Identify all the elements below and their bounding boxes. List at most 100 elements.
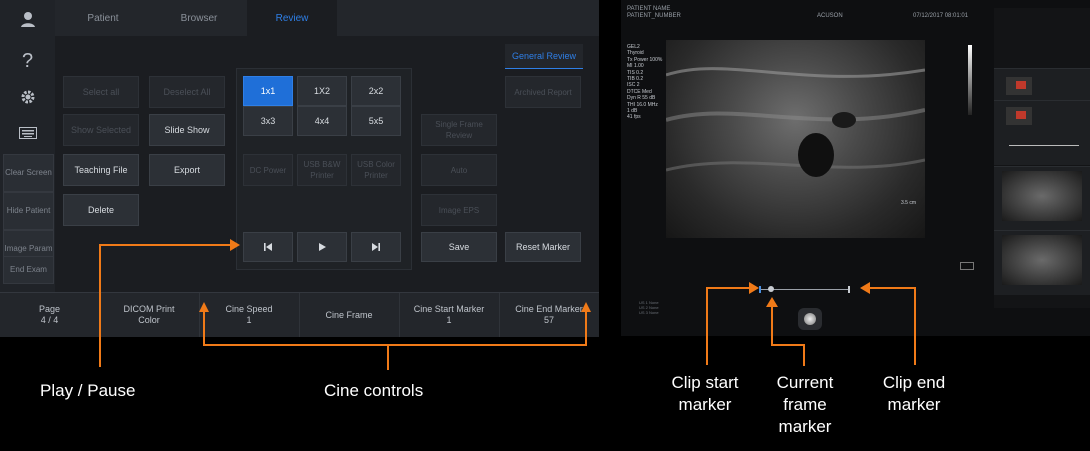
knob-bar: Page 4 / 4 DICOM Print Color Cine Speed … — [0, 292, 599, 337]
layout-1x2-button[interactable]: 1X2 — [297, 76, 347, 106]
clip-end-callout-line — [870, 287, 916, 289]
legend-item: US 3 None — [639, 310, 659, 315]
layout-5x5-button[interactable]: 5x5 — [351, 106, 401, 136]
play-icon — [319, 243, 326, 251]
image-eps-button[interactable]: Image EPS — [421, 194, 497, 226]
single-frame-review-button[interactable]: Single Frame Review — [421, 114, 497, 146]
current-frame-callout-line — [803, 344, 805, 366]
tab-review[interactable]: Review — [247, 0, 337, 36]
keyboard-icon[interactable] — [0, 114, 55, 152]
clip-start-label: Clip start marker — [671, 373, 739, 414]
ultrasound-image — [666, 40, 925, 238]
reset-marker-button[interactable]: Reset Marker — [505, 232, 581, 262]
thumbnail[interactable] — [994, 230, 1090, 295]
arrow-up-icon — [199, 302, 209, 312]
tab-browser[interactable]: Browser — [151, 0, 247, 36]
ultrasound-screen: PATIENT NAME PATIENT_NUMBER ACUSON 07/12… — [621, 0, 1090, 336]
show-selected-button[interactable]: Show Selected — [63, 114, 139, 146]
thumbnail-strip — [994, 8, 1090, 308]
auto-button[interactable]: Auto — [421, 154, 497, 186]
brand-label: ACUSON — [817, 13, 843, 19]
archived-report-button[interactable]: Archived Report — [505, 76, 581, 108]
skip-forward-button[interactable] — [351, 232, 401, 262]
depth-label: 3.5 cm — [901, 200, 917, 206]
knob-label: Cine Speed — [225, 304, 273, 314]
user-icon[interactable] — [0, 0, 55, 38]
thumbnail[interactable] — [994, 100, 1090, 165]
usb-color-printer-button[interactable]: USB Color Printer — [351, 154, 401, 186]
skip-back-icon — [264, 243, 272, 251]
arrow-right-icon — [749, 282, 759, 294]
knob-value: 1 — [446, 315, 452, 325]
patient-name: PATIENT NAME — [627, 6, 671, 12]
cine-end-marker-knob[interactable]: Cine End Marker 57 — [499, 293, 599, 337]
cine-start-marker-knob[interactable]: Cine Start Marker 1 — [399, 293, 500, 337]
tab-patient[interactable]: Patient — [55, 0, 151, 36]
legend: US 1 None US 2 None US 3 None — [639, 300, 659, 315]
param: 41 fps — [627, 114, 641, 121]
tab-bar: Patient Browser Review — [55, 0, 599, 36]
knob-value: Color — [138, 315, 160, 325]
play-button[interactable] — [297, 232, 347, 262]
arrow-up-icon — [581, 302, 591, 312]
current-frame-callout-line — [771, 306, 773, 346]
current-frame-marker[interactable] — [768, 286, 774, 292]
end-exam-button[interactable]: End Exam — [3, 256, 54, 284]
knob-label: Page — [38, 304, 61, 314]
hide-patient-button[interactable]: Hide Patient — [3, 192, 54, 230]
cine-controls-bracket — [585, 310, 587, 346]
dc-power-button[interactable]: DC Power — [243, 154, 293, 186]
cine-frame-knob[interactable]: Cine Frame — [299, 293, 400, 337]
layout-1x1-button[interactable]: 1x1 — [243, 76, 293, 106]
knob-value: 1 — [246, 315, 252, 325]
cine-speed-knob[interactable]: Cine Speed 1 — [199, 293, 300, 337]
layout-2x2-button[interactable]: 2x2 — [351, 76, 401, 106]
thumbnail[interactable] — [994, 166, 1090, 231]
datetime: 07/12/2017 08:01:01 — [913, 13, 969, 19]
knob-label: Cine Start Marker — [413, 304, 485, 314]
help-icon[interactable]: ? — [0, 42, 55, 80]
clip-start-marker[interactable] — [759, 286, 761, 293]
clear-screen-button[interactable]: Clear Screen — [3, 154, 54, 192]
page-knob[interactable]: Page 4 / 4 — [0, 293, 100, 337]
clip-end-marker[interactable] — [848, 286, 850, 293]
param-list: GEL2 Thyroid Tx Power 100% MI 1.00 TIS 0… — [627, 44, 667, 121]
control-panel: ? Clear Screen Hide Patient Image Param … — [0, 0, 599, 337]
current-frame-label: Current frame marker — [776, 373, 834, 436]
clip-start-callout-line — [706, 287, 752, 289]
slide-show-button[interactable]: Slide Show — [149, 114, 225, 146]
trackball-icon — [798, 308, 822, 330]
play-pause-label: Play / Pause — [40, 381, 136, 400]
clip-end-callout-line — [914, 287, 916, 365]
sidebar: ? Clear Screen Hide Patient Image Param … — [0, 0, 55, 336]
knob-label: DICOM Print — [123, 304, 175, 314]
current-frame-callout-line — [771, 344, 805, 346]
knob-value: 4 / 4 — [40, 315, 59, 325]
layout-4x4-button[interactable]: 4x4 — [297, 106, 347, 136]
gear-icon[interactable] — [0, 78, 55, 116]
play-pause-callout-line — [99, 244, 101, 367]
skip-forward-icon — [372, 243, 380, 251]
patient-number: PATIENT_NUMBER — [627, 13, 681, 19]
teaching-file-button[interactable]: Teaching File — [63, 154, 139, 186]
general-review-tab[interactable]: General Review — [505, 44, 583, 69]
delete-button[interactable]: Delete — [63, 194, 139, 226]
gray-scale-bar — [968, 45, 972, 115]
deselect-all-button[interactable]: Deselect All — [149, 76, 225, 108]
skip-back-button[interactable] — [243, 232, 293, 262]
dicom-print-knob[interactable]: DICOM Print Color — [99, 293, 200, 337]
cine-controls-callout-line — [387, 344, 389, 370]
layout-3x3-button[interactable]: 3x3 — [243, 106, 293, 136]
clip-start-callout-line — [706, 287, 708, 365]
select-all-button[interactable]: Select all — [63, 76, 139, 108]
cine-controls-bracket — [203, 310, 205, 346]
clip-end-label: Clip end marker — [882, 373, 946, 414]
export-button[interactable]: Export — [149, 154, 225, 186]
knob-label: Cine Frame — [325, 309, 373, 320]
knob-label: Cine End Marker — [515, 304, 583, 314]
scale-icon — [960, 262, 974, 270]
cine-controls-bracket — [203, 344, 587, 346]
usb-bw-printer-button[interactable]: USB B&W Printer — [297, 154, 347, 186]
arrow-up-icon — [766, 297, 778, 307]
save-button[interactable]: Save — [421, 232, 497, 262]
